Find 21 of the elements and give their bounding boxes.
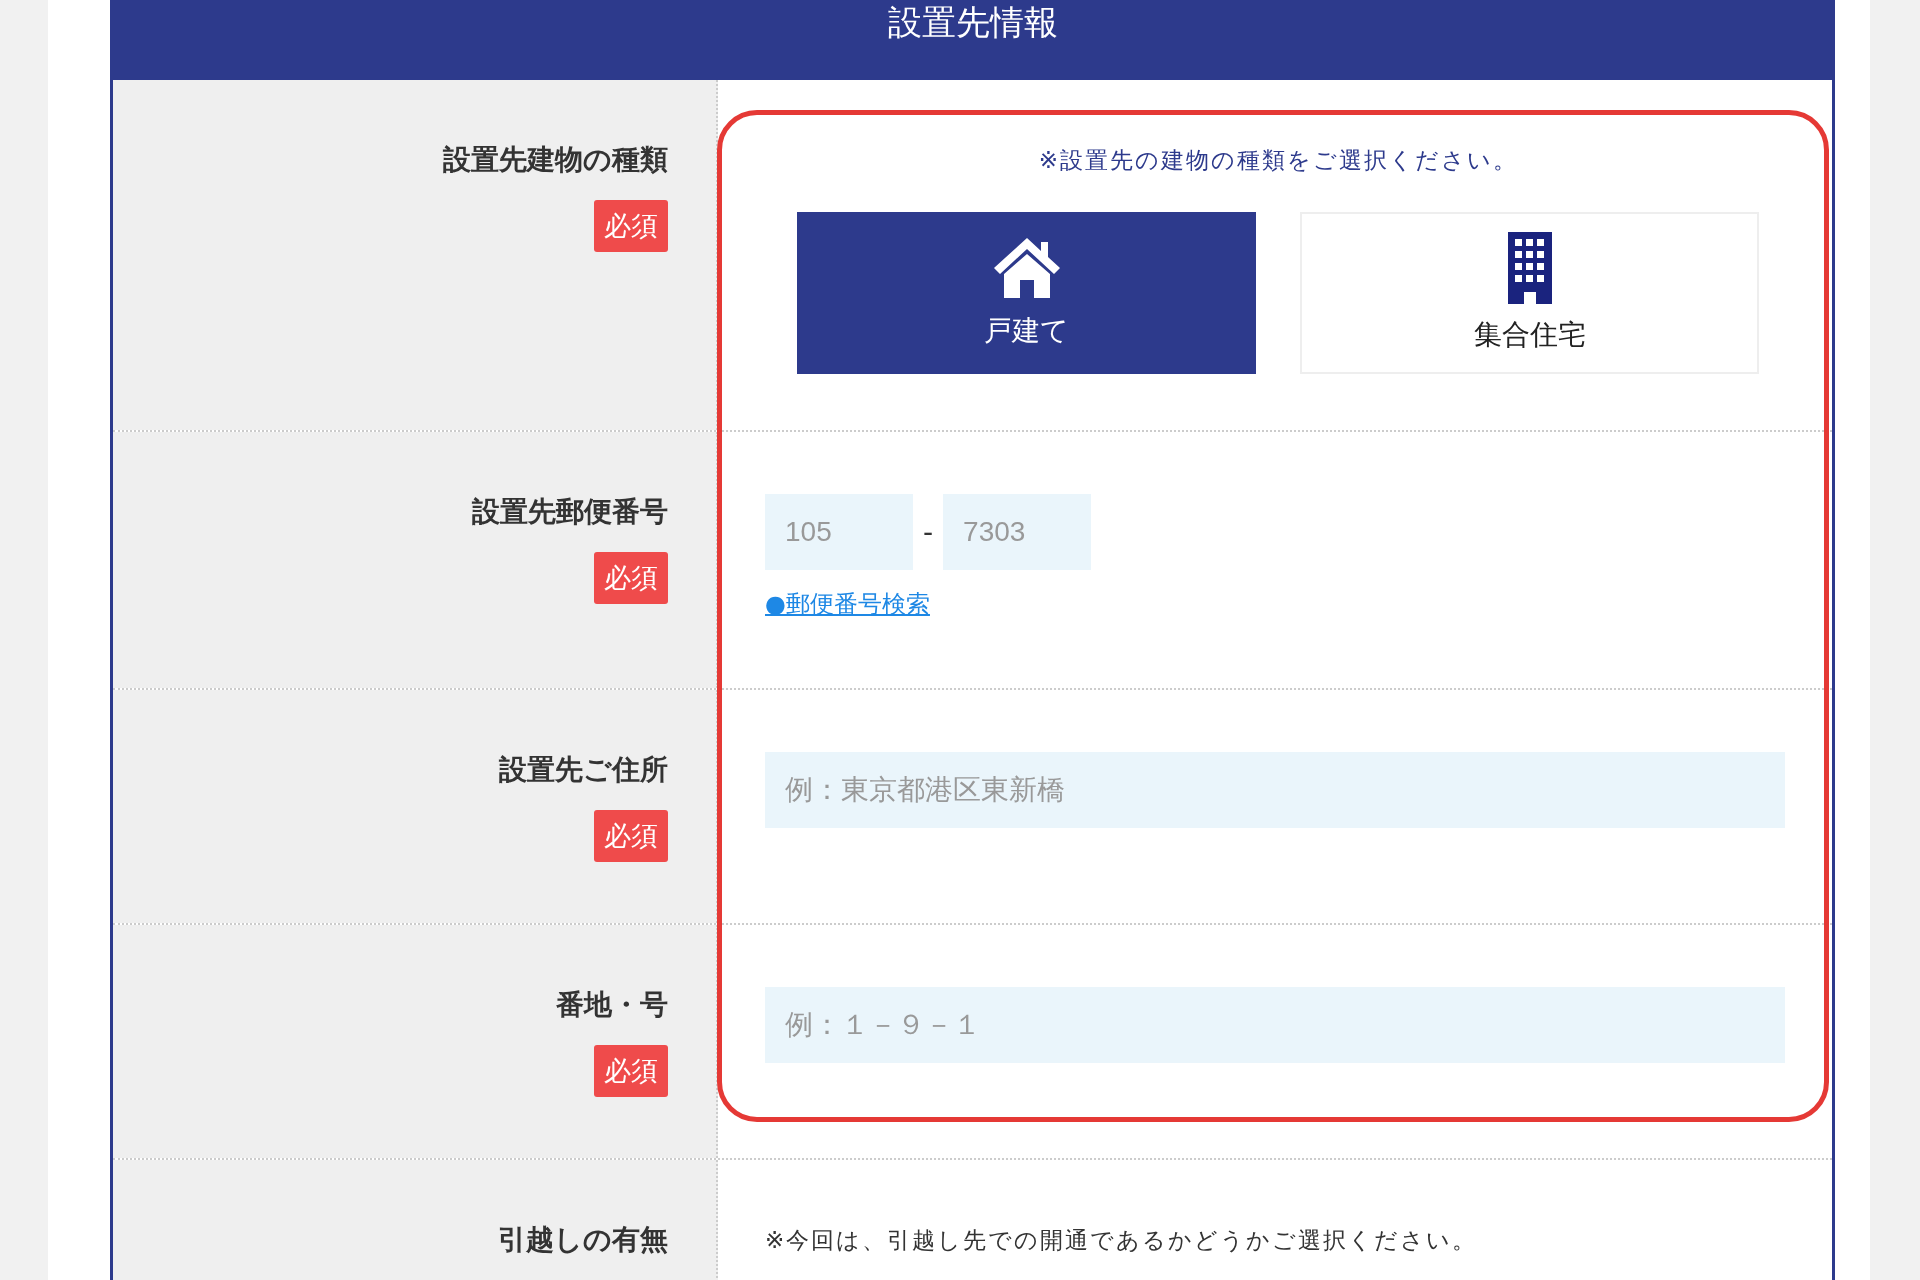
required-badge: 必須: [594, 552, 668, 604]
field-label: 設置先郵便番号: [472, 494, 668, 530]
instruction-text: ※今回は、引越し先での開通であるかどうかご選択ください。: [765, 1226, 1479, 1255]
required-badge: 必須: [594, 1045, 668, 1097]
postal-code-field[interactable]: 105: [765, 494, 913, 570]
field-label: 番地・号: [556, 987, 668, 1023]
section-title: 設置先情報: [887, 1, 1058, 44]
separator-text: -: [923, 515, 934, 549]
building-type-option[interactable]: 戸建て: [797, 212, 1256, 374]
postal-search-link[interactable]: ●郵便番号検索: [765, 588, 930, 620]
building-type-option[interactable]: 集合住宅: [1300, 212, 1759, 374]
field-label: 設置先ご住所: [499, 752, 668, 788]
field-label: 引越しの有無: [498, 1222, 668, 1258]
postal-code-field[interactable]: 7303: [943, 494, 1092, 570]
address-field[interactable]: 例：東京都港区東新橋: [765, 752, 1785, 828]
required-badge: 必須: [594, 200, 668, 252]
address-field[interactable]: 例：１－９－１: [765, 987, 1785, 1063]
field-label: 設置先建物の種類: [443, 142, 668, 178]
instruction-text: ※設置先の建物の種類をご選択ください。: [1037, 146, 1520, 175]
building-icon: [1507, 232, 1552, 304]
required-badge: 必須: [594, 810, 668, 862]
